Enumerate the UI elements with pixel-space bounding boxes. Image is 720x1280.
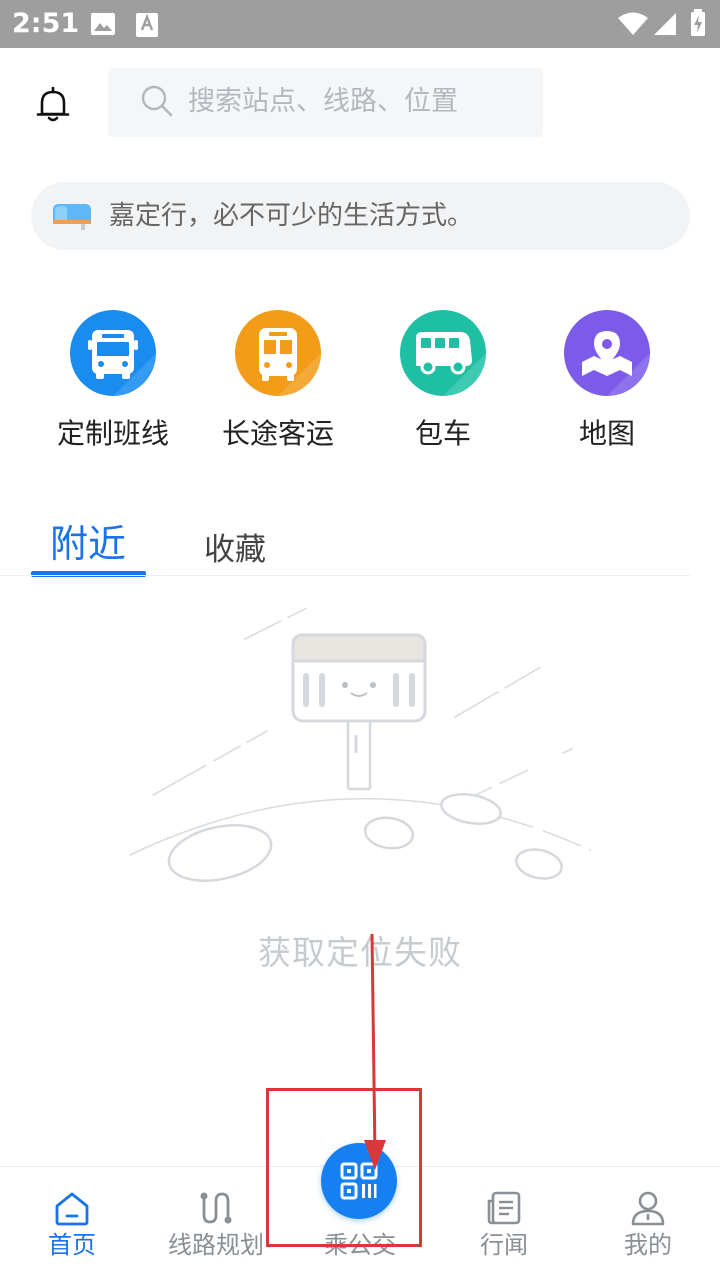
- bell-icon[interactable]: [34, 86, 72, 124]
- status-bar: 2:51: [0, 0, 720, 48]
- wifi-icon: [618, 12, 648, 35]
- tab-favorites[interactable]: 收藏: [204, 528, 266, 572]
- search-placeholder: 搜索站点、线路、位置: [188, 86, 458, 117]
- menu-label: 地图: [578, 417, 635, 450]
- map-pin-icon: [564, 310, 650, 396]
- battery-charging-icon: [691, 9, 705, 36]
- nav-home[interactable]: 首页: [0, 1167, 144, 1280]
- search-icon: [141, 85, 173, 117]
- search-input[interactable]: 搜索站点、线路、位置: [108, 68, 543, 137]
- menu-item-charter[interactable]: 包车: [362, 310, 522, 460]
- route-icon: [200, 1192, 232, 1224]
- notice-text: 嘉定行，必不可少的生活方式。: [109, 201, 474, 231]
- notice-banner[interactable]: 嘉定行，必不可少的生活方式。: [31, 182, 690, 250]
- bus-stop-sign-illustration: [129, 604, 591, 882]
- tab-underline: [31, 571, 146, 577]
- menu-label: 包车: [414, 417, 471, 450]
- status-time: 2:51: [12, 8, 80, 39]
- menu-label: 定制班线: [56, 417, 169, 450]
- image-icon: [91, 13, 115, 35]
- tab-nearby[interactable]: 附近: [50, 518, 126, 570]
- nav-label: 我的: [624, 1231, 672, 1259]
- font-a-icon: [136, 13, 158, 37]
- nav-label: 行闻: [480, 1231, 528, 1259]
- tab-divider: [0, 575, 690, 576]
- nav-mine[interactable]: 我的: [576, 1167, 720, 1280]
- mailbox-icon: [53, 204, 91, 230]
- signal-icon: [654, 13, 676, 35]
- menu-item-map[interactable]: 地图: [526, 310, 686, 460]
- user-icon: [631, 1191, 665, 1226]
- coach-icon: [235, 310, 321, 396]
- van-icon: [400, 310, 486, 396]
- nav-news[interactable]: 行闻: [432, 1167, 576, 1280]
- menu-item-long-distance[interactable]: 长途客运: [197, 310, 357, 460]
- menu-label: 长途客运: [221, 417, 334, 450]
- bus-front-icon: [70, 310, 156, 396]
- home-icon: [55, 1192, 89, 1226]
- annotation-arrow: [364, 933, 386, 1170]
- news-icon: [487, 1191, 521, 1225]
- menu-item-custom-line[interactable]: 定制班线: [32, 310, 192, 460]
- nav-label: 首页: [48, 1231, 96, 1259]
